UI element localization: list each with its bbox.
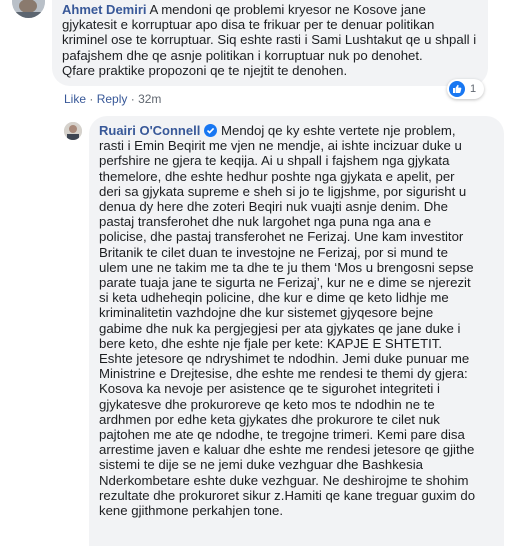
comment-actions: Like · Reply · 32m xyxy=(64,92,161,106)
reply-text: rasti i Emin Beqirit me vjen ne mendje, … xyxy=(99,138,476,519)
verified-badge-icon xyxy=(204,124,218,137)
thumbs-up-icon xyxy=(449,81,465,97)
comment-author[interactable]: Ahmet Demiri xyxy=(62,2,147,17)
avatar[interactable] xyxy=(12,0,45,18)
comment-body: Ahmet Demiri A mendoni qe problemi kryes… xyxy=(62,2,478,78)
reply-bubble: Ruairi O'Connell Mendoj qe ky eshte vert… xyxy=(89,116,504,546)
avatar[interactable] xyxy=(64,122,82,140)
reply-link[interactable]: Reply xyxy=(97,92,128,106)
separator: · xyxy=(130,92,135,106)
reply-body: Ruairi O'Connell Mendoj qe ky eshte vert… xyxy=(99,123,494,518)
timestamp[interactable]: 32m xyxy=(138,92,161,106)
comment-bubble: Ahmet Demiri A mendoni qe problemi kryes… xyxy=(52,0,488,86)
reply-author[interactable]: Ruairi O'Connell xyxy=(99,123,200,138)
reply-first-line: Mendoj qe ky eshte vertete nje problem, xyxy=(221,123,456,138)
reaction-summary[interactable]: 1 xyxy=(447,79,484,99)
separator: · xyxy=(89,92,94,106)
reaction-count: 1 xyxy=(470,83,477,95)
like-link[interactable]: Like xyxy=(64,92,86,106)
